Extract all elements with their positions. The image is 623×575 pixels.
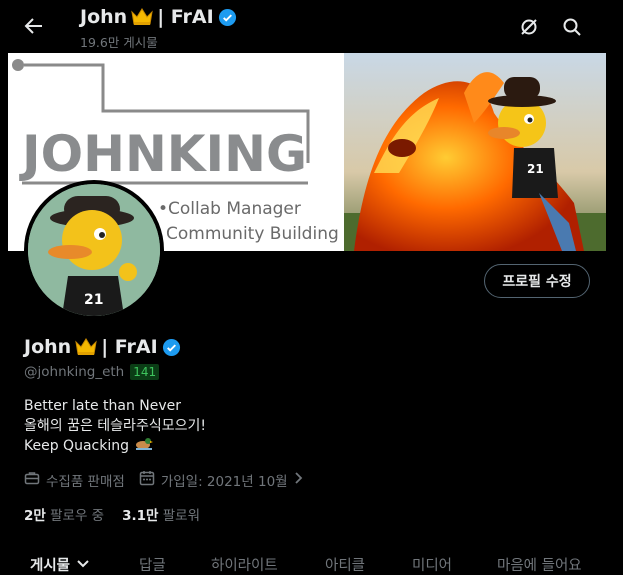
profile-handle: @johnking_eth xyxy=(24,364,125,380)
tab-likes[interactable]: 마음에 들어요 xyxy=(497,554,582,575)
followers-label: 팔로워 xyxy=(162,508,201,524)
category-label: 수집품 판매점 xyxy=(46,474,125,490)
profile-bio: Better late than Never 올해의 꿈은 테슬라주식모으기! … xyxy=(24,396,206,456)
verified-badge-icon[interactable] xyxy=(162,338,181,357)
chevron-right-icon xyxy=(294,471,304,489)
tab-posts[interactable]: 게시물 xyxy=(30,554,90,575)
banner-logo-text: JOHNKING xyxy=(19,125,307,183)
svg-text:21: 21 xyxy=(84,292,103,308)
search-icon[interactable] xyxy=(560,15,584,39)
profile-tabs: 게시물 답글 하이라이트 아티클 미디어 마음에 들어요 xyxy=(0,550,623,575)
joined-item[interactable]: 가입일: 2021년 10월 xyxy=(139,470,304,490)
avatar-image: 21 xyxy=(28,184,160,316)
follow-stats: 2만 팔로우 중 3.1만 팔로워 xyxy=(24,504,200,524)
profile-display-name: John | FrAI xyxy=(24,336,181,358)
tab-label: 게시물 xyxy=(30,558,71,574)
bio-line: 올해의 꿈은 테슬라주식모으기! xyxy=(24,418,206,434)
followers-count: 3.1만 xyxy=(122,508,159,524)
profile-avatar[interactable]: 21 xyxy=(24,180,164,320)
followers-link[interactable]: 3.1만 팔로워 xyxy=(122,504,200,524)
header-name-suffix: | FrAI xyxy=(157,6,214,28)
edit-profile-button[interactable]: 프로필 수정 xyxy=(484,264,590,298)
profile-name: John xyxy=(24,336,72,358)
tab-media[interactable]: 미디어 xyxy=(412,554,452,575)
back-arrow-icon[interactable] xyxy=(22,14,46,38)
svg-text:21: 21 xyxy=(527,162,544,176)
crown-icon xyxy=(75,338,97,356)
profile-meta: 수집품 판매점 가입일: 2021년 10월 xyxy=(24,470,318,490)
top-bar: John | FrAI 19.6만 게시물 xyxy=(0,0,623,53)
chevron-down-icon xyxy=(76,557,90,573)
tab-highlights[interactable]: 하이라이트 xyxy=(211,554,278,575)
banner-tagline-1: •Collab Manager xyxy=(158,199,301,219)
tab-articles[interactable]: 아티클 xyxy=(325,554,365,575)
banner-artwork: 21 xyxy=(344,53,606,251)
bio-line: Keep Quacking xyxy=(24,438,129,454)
bio-line: Better late than Never xyxy=(24,398,182,414)
profile-name-suffix: | FrAI xyxy=(101,336,158,358)
header-title: John | FrAI xyxy=(80,6,237,28)
briefcase-icon xyxy=(24,470,40,490)
following-link[interactable]: 2만 팔로우 중 xyxy=(24,504,104,524)
following-count: 2만 xyxy=(24,508,46,524)
crown-icon xyxy=(131,8,153,26)
handle-row: @johnking_eth 141 xyxy=(24,364,160,380)
banner-tagline-2: Community Building xyxy=(166,224,339,244)
handle-badge: 141 xyxy=(130,364,160,380)
header-name: John xyxy=(80,6,128,28)
category-item: 수집품 판매점 xyxy=(24,470,125,490)
joined-label: 가입일: 2021년 10월 xyxy=(160,474,288,490)
following-label: 팔로우 중 xyxy=(50,508,105,524)
verified-badge-icon xyxy=(218,8,237,27)
tab-replies[interactable]: 답글 xyxy=(139,554,166,575)
duck-emoji-icon xyxy=(135,436,153,456)
posts-count: 19.6만 게시물 xyxy=(80,35,158,50)
grok-icon[interactable] xyxy=(517,15,541,39)
calendar-icon xyxy=(139,470,155,490)
